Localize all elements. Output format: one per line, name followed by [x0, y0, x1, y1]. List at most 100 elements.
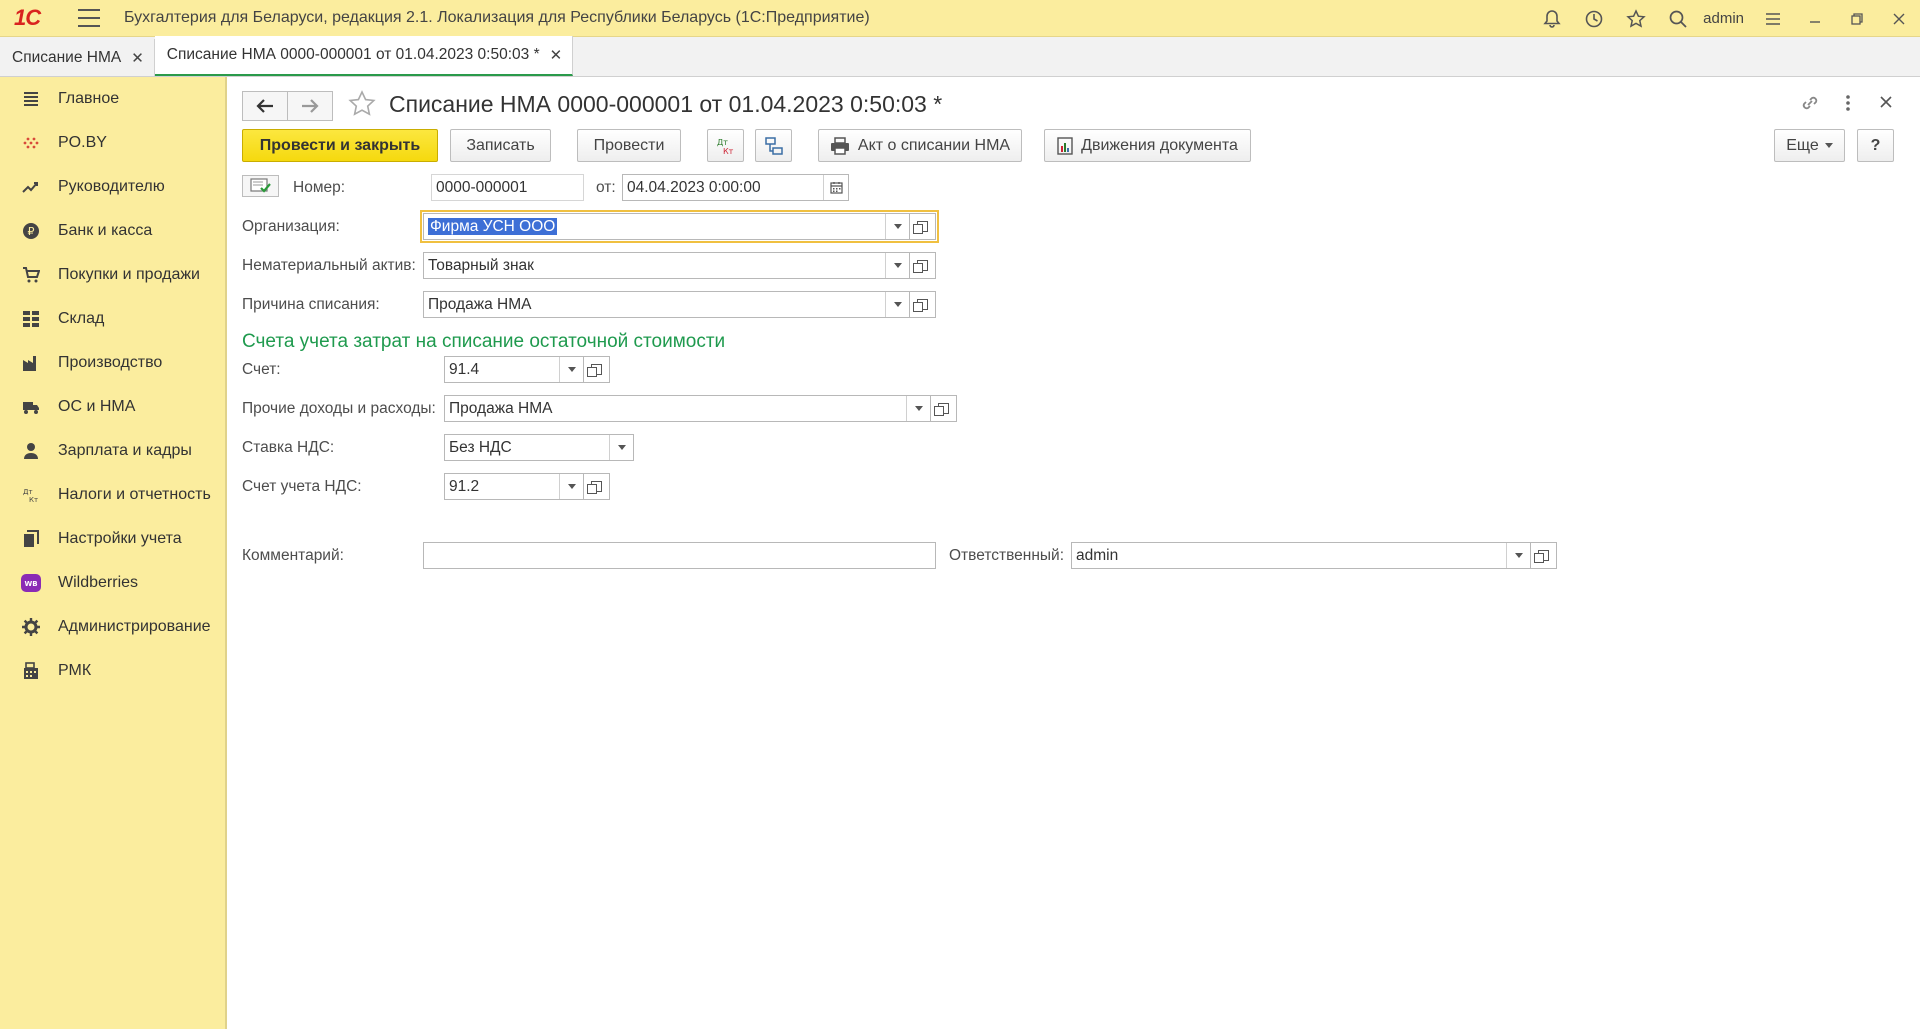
- sidebar-item-label: Банк и касса: [58, 222, 153, 239]
- vat-account-dropdown-icon[interactable]: [559, 474, 583, 499]
- organization-open-button[interactable]: [910, 213, 936, 240]
- document-movements-button[interactable]: Движения документа: [1044, 129, 1251, 162]
- sidebar-item-sales[interactable]: Покупки и продажи: [0, 253, 225, 297]
- close-form-icon[interactable]: [1879, 95, 1893, 113]
- sidebar-item-assets[interactable]: ОС и НМА: [0, 385, 225, 429]
- organization-dropdown-icon[interactable]: [885, 214, 909, 239]
- print-act-label: Акт о списании НМА: [857, 136, 1011, 154]
- account-field[interactable]: 91.4: [444, 356, 584, 383]
- reason-field[interactable]: Продажа НМА: [423, 291, 910, 318]
- sidebar-item-director[interactable]: Руководителю: [0, 165, 225, 209]
- cart-icon: [20, 264, 42, 286]
- sidebar-item-wildberries[interactable]: WB Wildberries: [0, 561, 225, 605]
- responsible-label: Ответственный:: [949, 547, 1065, 564]
- dt-kt-button[interactable]: Дт Кт: [707, 129, 744, 162]
- tab-list[interactable]: Списание НМА ✕: [0, 39, 155, 76]
- sidebar-item-salary[interactable]: Зарплата и кадры: [0, 429, 225, 473]
- responsible-dropdown-icon[interactable]: [1506, 543, 1530, 568]
- open-icon: [587, 364, 602, 377]
- report-icon: [1057, 136, 1073, 155]
- forward-button[interactable]: [287, 91, 333, 121]
- favorites-icon[interactable]: [1615, 0, 1657, 37]
- link-icon[interactable]: [1799, 92, 1821, 118]
- svg-text:Дт: Дт: [23, 488, 33, 496]
- search-icon[interactable]: [1657, 0, 1699, 37]
- vat-account-field[interactable]: 91.2: [444, 473, 584, 500]
- print-act-button[interactable]: Акт о списании НМА: [818, 129, 1022, 162]
- close-tab-icon[interactable]: ✕: [131, 49, 144, 67]
- coin-icon: ₽: [20, 220, 42, 242]
- svg-text:WB: WB: [24, 580, 37, 588]
- more-label: Еще: [1786, 136, 1819, 154]
- dots-icon: [20, 132, 42, 154]
- posted-status-button[interactable]: [242, 175, 279, 197]
- sidebar-item-poby[interactable]: PO.BY: [0, 121, 225, 165]
- sidebar-item-taxes[interactable]: Дт Кт Налоги и отчетность: [0, 473, 225, 517]
- other-income-field[interactable]: Продажа НМА: [444, 395, 931, 422]
- document-title: Списание НМА 0000-000001 от 01.04.2023 0…: [389, 91, 943, 117]
- organization-field[interactable]: Фирма УСН ООО: [423, 213, 910, 240]
- document-movements-label: Движения документа: [1081, 136, 1238, 154]
- app-logo: 1С: [14, 5, 41, 30]
- more-button[interactable]: Еще: [1774, 129, 1845, 162]
- sidebar-item-label: Руководителю: [58, 178, 165, 195]
- close-window-icon[interactable]: [1878, 0, 1920, 37]
- sidebar-item-settings[interactable]: Настройки учета: [0, 517, 225, 561]
- number-field[interactable]: 0000-000001: [431, 174, 584, 201]
- notifications-icon[interactable]: [1531, 0, 1573, 37]
- post-button[interactable]: Провести: [577, 129, 681, 162]
- save-button[interactable]: Записать: [450, 129, 551, 162]
- open-icon: [913, 299, 928, 312]
- dt-kt-icon: ДтКт: [20, 484, 42, 506]
- sidebar-item-rmk[interactable]: РМК: [0, 649, 225, 693]
- number-label: Номер:: [293, 179, 346, 196]
- sidebar-item-bank[interactable]: ₽ Банк и касса: [0, 209, 225, 253]
- minimize-icon[interactable]: [1794, 0, 1836, 37]
- settings-menu-icon[interactable]: [1752, 0, 1794, 37]
- date-value: 04.04.2023 0:00:00: [627, 178, 761, 196]
- sidebar-item-main[interactable]: Главное: [0, 77, 225, 121]
- vat-account-open-button[interactable]: [584, 473, 610, 500]
- vat-account-label: Счет учета НДС:: [242, 478, 362, 495]
- user-name[interactable]: admin: [1703, 10, 1744, 27]
- close-tab-icon[interactable]: ✕: [550, 46, 563, 64]
- structure-button[interactable]: [755, 129, 792, 162]
- vat-rate-field[interactable]: Без НДС: [444, 434, 634, 461]
- post-and-close-button[interactable]: Провести и закрыть: [242, 129, 438, 162]
- history-icon[interactable]: [1573, 0, 1615, 37]
- help-button[interactable]: ?: [1857, 129, 1894, 162]
- main-menu-button[interactable]: [78, 9, 100, 27]
- more-actions-icon[interactable]: [1843, 92, 1853, 118]
- tab-document[interactable]: Списание НМА 0000-000001 от 01.04.2023 0…: [154, 36, 574, 76]
- asset-dropdown-icon[interactable]: [885, 253, 909, 278]
- back-button[interactable]: [242, 91, 288, 121]
- person-icon: [20, 440, 42, 462]
- comment-field[interactable]: [423, 542, 936, 569]
- vat-rate-label: Ставка НДС:: [242, 439, 335, 456]
- other-income-open-button[interactable]: [931, 395, 957, 422]
- sidebar-item-label: Зарплата и кадры: [58, 442, 192, 459]
- account-dropdown-icon[interactable]: [559, 357, 583, 382]
- asset-open-button[interactable]: [910, 252, 936, 279]
- restore-icon[interactable]: [1836, 0, 1878, 37]
- asset-field[interactable]: Товарный знак: [423, 252, 910, 279]
- sidebar-item-label: Настройки учета: [58, 530, 182, 547]
- reason-dropdown-icon[interactable]: [885, 292, 909, 317]
- calendar-icon[interactable]: [823, 175, 848, 200]
- reason-open-button[interactable]: [910, 291, 936, 318]
- favorite-star-icon[interactable]: [347, 89, 377, 123]
- wb-icon: WB: [20, 572, 42, 594]
- responsible-field[interactable]: admin: [1071, 542, 1531, 569]
- asset-value: Товарный знак: [428, 256, 534, 274]
- vat-rate-dropdown-icon[interactable]: [609, 435, 633, 460]
- date-field[interactable]: 04.04.2023 0:00:00: [622, 174, 849, 201]
- number-value: 0000-000001: [436, 178, 528, 196]
- sidebar-item-label: Wildberries: [58, 574, 139, 591]
- sidebar-item-production[interactable]: Производство: [0, 341, 225, 385]
- sidebar-item-warehouse[interactable]: Склад: [0, 297, 225, 341]
- sidebar-item-admin[interactable]: Администрирование: [0, 605, 225, 649]
- other-income-dropdown-icon[interactable]: [906, 396, 930, 421]
- account-open-button[interactable]: [584, 356, 610, 383]
- responsible-open-button[interactable]: [1531, 542, 1557, 569]
- truck-icon: [20, 396, 42, 418]
